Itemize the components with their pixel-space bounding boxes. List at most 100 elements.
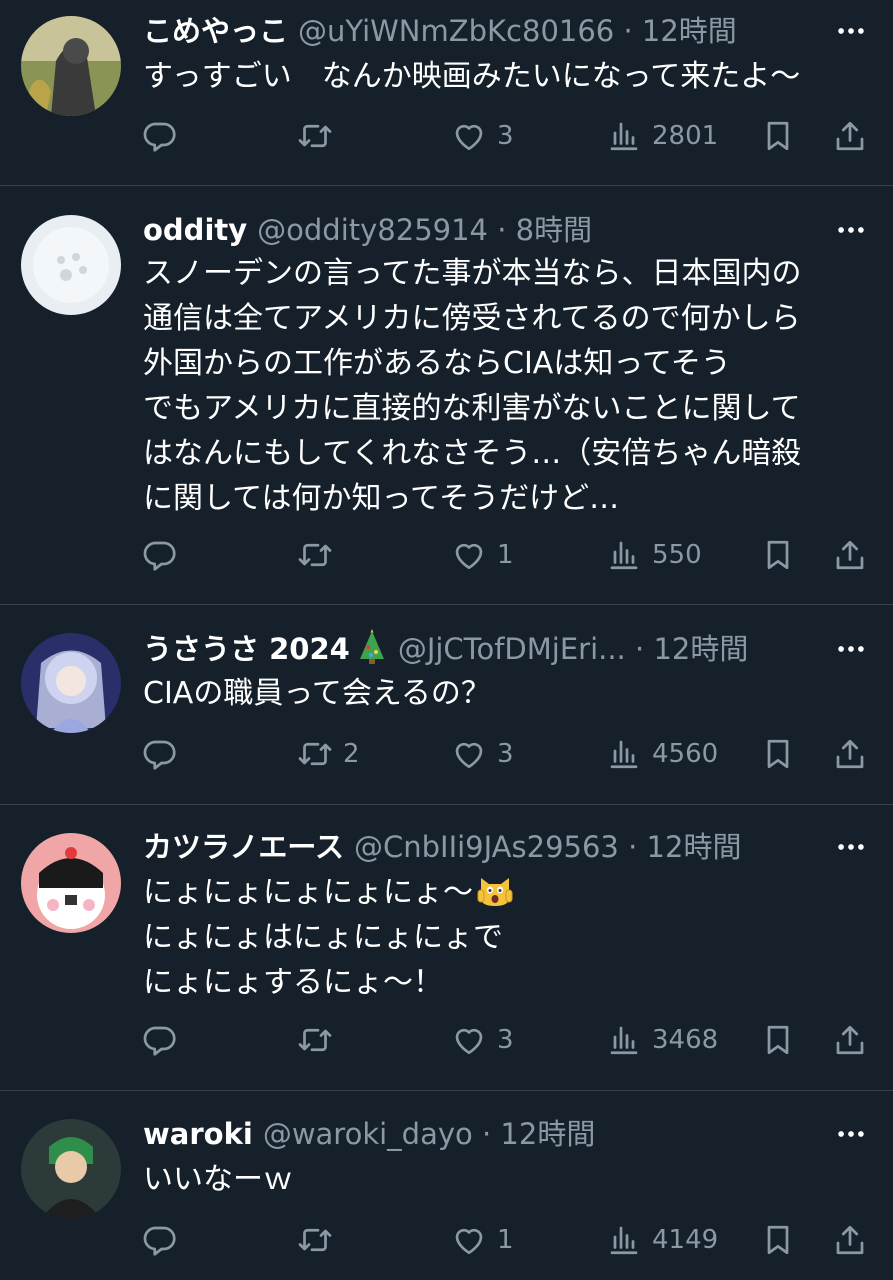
retweet-button[interactable]: 2 [297,732,360,776]
tweet[interactable]: oddity @oddity825914 · 8時間 スノーデンの言ってた事が本当… [0,186,893,605]
tweet-header: waroki @waroki_dayo · 12時間 [143,1114,823,1154]
like-button[interactable]: 3 [451,732,514,776]
retweet-icon [297,1222,333,1258]
timestamp[interactable]: 12時間 [500,1117,595,1151]
separator: · [628,830,638,864]
views-button[interactable]: 2801 [606,114,718,158]
tweet-header: カツラノエース @CnbIIi9JAs29563 · 12時間 [143,827,823,867]
views-button[interactable]: 4560 [606,732,718,776]
timestamp[interactable]: 12時間 [647,830,742,864]
user-handle[interactable]: @JjCTofDMjEri... [398,632,626,666]
retweet-icon [297,736,333,772]
avatar[interactable] [21,1119,121,1219]
tweet[interactable]: こめやっこ @uYiWNmZbKc80166 · 12時間 すっすごい なんか映画… [0,0,893,186]
timestamp[interactable]: 12時間 [653,632,748,666]
share-button[interactable] [832,533,868,577]
more-icon[interactable] [831,827,871,867]
display-name[interactable]: waroki [143,1117,253,1151]
timestamp[interactable]: 12時間 [642,14,737,48]
share-button[interactable] [832,1018,868,1062]
display-name[interactable]: カツラノエース [143,830,344,864]
tweet[interactable]: うさうさ 2024 @JjCTofDMjEri... · 12時間 CIAの職員っ… [0,605,893,805]
tweet[interactable]: waroki @waroki_dayo · 12時間 いいなーｗ 1 4149 [0,1091,893,1280]
avatar[interactable] [21,16,121,116]
separator: · [497,213,507,247]
retweet-button[interactable] [297,114,343,158]
share-icon [832,1022,868,1058]
action-bar: 2 3 4560 [0,732,893,776]
action-bar: 1 4149 [0,1218,893,1262]
views-icon [606,1222,642,1258]
user-handle[interactable]: @waroki_dayo [263,1117,473,1151]
reply-button[interactable] [142,533,178,577]
retweet-count: 2 [343,739,360,769]
share-button[interactable] [832,114,868,158]
views-button[interactable]: 550 [606,533,702,577]
view-count: 2801 [652,121,719,151]
reply-button[interactable] [142,1018,178,1062]
action-bar: 3 2801 [0,114,893,158]
retweet-button[interactable] [297,533,343,577]
reply-feed: こめやっこ @uYiWNmZbKc80166 · 12時間 すっすごい なんか映画… [0,0,893,1280]
bookmark-icon [760,118,796,154]
reply-icon [142,1022,178,1058]
display-name[interactable]: うさうさ 2024 [143,632,350,666]
more-icon[interactable] [831,629,871,669]
timestamp[interactable]: 8時間 [516,213,592,247]
bookmark-icon [760,1222,796,1258]
user-handle[interactable]: @uYiWNmZbKc80166 [298,14,614,48]
like-button[interactable]: 3 [451,114,514,158]
action-bar: 1 550 [0,533,893,577]
heart-icon [451,736,487,772]
display-name[interactable]: こめやっこ [143,14,288,48]
retweet-button[interactable] [297,1018,343,1062]
tweet-line: にょにょにょにょにょ～ [143,875,473,910]
avatar[interactable] [21,633,121,733]
like-button[interactable]: 1 [451,1218,514,1262]
reply-icon [142,736,178,772]
reply-icon [142,537,178,573]
like-count: 1 [497,540,514,570]
tweet-line: にょにょはにょにょにょで [143,920,503,955]
views-button[interactable]: 4149 [606,1218,718,1262]
reply-button[interactable] [142,114,178,158]
separator: · [481,1117,492,1151]
user-handle[interactable]: @oddity825914 [257,213,488,247]
like-button[interactable]: 3 [451,1018,514,1062]
views-button[interactable]: 3468 [606,1018,718,1062]
separator: · [623,14,633,48]
screaming-cat-icon [477,878,513,906]
more-icon[interactable] [831,11,871,51]
tweet-line: にょにょするにょ～！ [143,965,443,1000]
like-count: 3 [497,1025,514,1055]
reply-button[interactable] [142,1218,178,1262]
bookmark-button[interactable] [760,1218,796,1262]
bookmark-button[interactable] [760,533,796,577]
display-name[interactable]: oddity [143,213,247,247]
reply-icon [142,118,178,154]
tweet[interactable]: カツラノエース @CnbIIi9JAs29563 · 12時間 にょにょにょにょに… [0,805,893,1091]
view-count: 3468 [652,1025,719,1055]
like-button[interactable]: 1 [451,533,514,577]
views-icon [606,537,642,573]
bookmark-button[interactable] [760,1018,796,1062]
bookmark-button[interactable] [760,732,796,776]
view-count: 4560 [652,739,719,769]
views-icon [606,118,642,154]
reply-button[interactable] [142,732,178,776]
avatar[interactable] [21,833,121,933]
share-icon [832,736,868,772]
tweet-line: CIAの職員って会えるの？ [143,676,491,711]
share-button[interactable] [832,732,868,776]
more-icon[interactable] [831,210,871,250]
bookmark-button[interactable] [760,114,796,158]
tweet-line: 外国からの工作があるならCIAは知ってそう [143,346,731,381]
like-count: 3 [497,739,514,769]
retweet-button[interactable] [297,1218,343,1262]
more-icon[interactable] [831,1114,871,1154]
tweet-line: はなんにもしてくれなさそう…（安倍ちゃん暗殺 [143,436,802,471]
share-button[interactable] [832,1218,868,1262]
tweet-header: oddity @oddity825914 · 8時間 [143,210,823,250]
user-handle[interactable]: @CnbIIi9JAs29563 [354,830,619,864]
avatar[interactable] [21,215,121,315]
